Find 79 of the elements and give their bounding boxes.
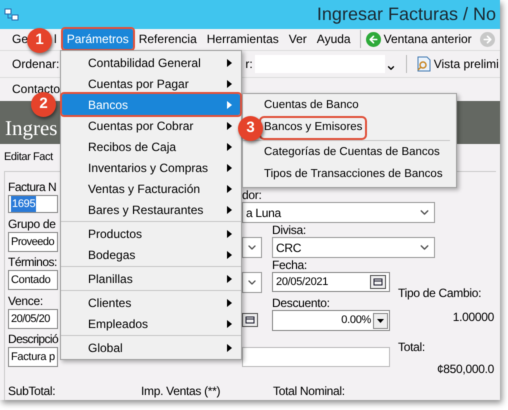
menu-item[interactable]: Bares y Restaurantes [62, 199, 240, 220]
field-label: Tipo de Cambio: [398, 285, 482, 302]
submenu-arrow-icon [227, 274, 232, 282]
group-field[interactable]: Proveedo [8, 232, 58, 252]
submenu-arrow-icon [227, 58, 232, 66]
submenu-arrow-icon [227, 206, 232, 214]
menu-item[interactable]: Referencia [134, 29, 201, 50]
sort-label: Ordenar: [12, 56, 60, 73]
menu-item[interactable]: Cuentas por Pagar [62, 73, 240, 94]
banner-title: Ingres [5, 116, 58, 140]
date-field[interactable]: 20/05/2021 [272, 272, 390, 292]
submenu-arrow-icon [227, 230, 232, 238]
field-label: Imp. Ventas (**) [141, 383, 222, 400]
print-preview-button[interactable]: Vista prelimi [416, 54, 499, 73]
submenu-arrow-icon [227, 320, 232, 328]
invoice-number-field[interactable]: 1695 [8, 195, 58, 213]
submenu-arrow-icon [227, 344, 232, 352]
menu-item[interactable]: Planillas [62, 268, 240, 289]
menu-item[interactable]: Cuentas por Cobrar [62, 115, 240, 136]
calendar-icon[interactable] [242, 313, 258, 327]
menu-item[interactable]: Inventarios y Compras [62, 157, 240, 178]
document-magnifier-icon [416, 56, 431, 72]
description-field[interactable]: Factura p [8, 347, 58, 367]
submenu-arrow-icon [227, 184, 232, 192]
due-date-field[interactable]: 20/05/20 [8, 309, 58, 329]
menu-item[interactable]: Tipos de Transacciones de Bancos [261, 165, 446, 185]
total-value: ¢850,000.0 [436, 361, 494, 378]
menu-item[interactable]: Herramientas [202, 29, 283, 50]
field-label: Total: [398, 339, 426, 356]
app-icon [4, 8, 20, 22]
description-field[interactable] [242, 347, 390, 367]
field-label: Divisa: [272, 223, 307, 237]
menu-item[interactable]: Bancos [62, 94, 240, 115]
menu-item[interactable]: l [54, 29, 61, 50]
menu-item[interactable]: Productos [62, 223, 240, 244]
field-label: Total Nominal: [273, 383, 345, 400]
calendar-icon[interactable] [370, 275, 386, 289]
menu-item[interactable]: Ventas y Facturación [62, 178, 240, 199]
terms-select[interactable] [242, 272, 262, 293]
field-label: Factura N [8, 180, 58, 194]
submenu-arrow-icon [227, 100, 232, 108]
submenu-arrow-icon [227, 298, 232, 306]
menu-item[interactable]: Bancos y Emisores [261, 118, 366, 138]
tab[interactable]: Editar Fact [4, 149, 53, 166]
field-label: Grupo de [8, 217, 57, 231]
filter-label: r: [245, 56, 253, 73]
submenu-arrow-icon [227, 122, 232, 130]
field-label: Términos: [8, 255, 58, 269]
field-label: Fecha: [272, 258, 308, 272]
menu-item[interactable]: Ayuda [312, 29, 355, 50]
window-title: Ingresar Facturas / No [316, 3, 496, 26]
currency-select[interactable]: CRC [272, 237, 435, 258]
menu-item[interactable]: Cuentas de Banco [261, 96, 362, 116]
field-label: Vence: [8, 294, 44, 308]
submenu-arrow-icon [227, 164, 232, 172]
supplier-select[interactable]: a Luna [242, 202, 435, 223]
menu-item[interactable]: Ver [284, 29, 311, 50]
menu-item[interactable]: Clientes [62, 292, 240, 313]
discount-field[interactable]: 0.00% [272, 310, 390, 331]
menu-item[interactable]: Bodegas [62, 244, 240, 265]
dropdown-icon[interactable] [373, 312, 388, 328]
terms-field[interactable]: Contado [8, 270, 58, 290]
exchange-rate-value: 1.00000 [452, 309, 494, 326]
menu-item[interactable]: Contabilidad General [62, 52, 240, 73]
field-label: Descuento: [272, 296, 331, 310]
submenu-arrow-icon [227, 250, 232, 258]
menu-item[interactable]: Global [62, 337, 240, 358]
menu-item[interactable]: Categorías de Cuentas de Bancos [261, 143, 443, 163]
submenu-arrow-icon [227, 80, 232, 88]
field-label: Descripció [8, 332, 58, 346]
menu-item[interactable]: Parámetros [62, 29, 133, 50]
submenu-arrow-icon [227, 142, 232, 150]
group-select[interactable] [242, 237, 262, 258]
field-label: dor: [242, 188, 262, 202]
menu-item[interactable]: Empleados [62, 313, 240, 334]
menu-item[interactable]: Recibos de Caja [62, 136, 240, 157]
field-label: SubTotal: [8, 383, 56, 400]
menu-item[interactable]: Ge [8, 29, 28, 50]
back-button[interactable]: Ventana anterior [364, 30, 474, 48]
